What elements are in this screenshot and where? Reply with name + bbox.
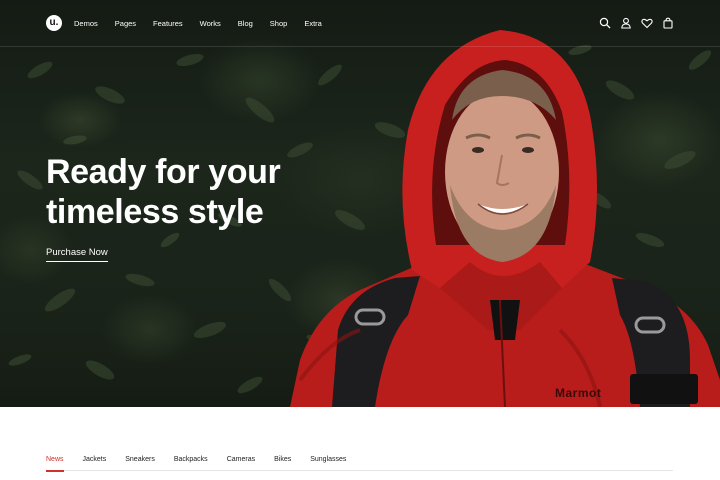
tab-sunglasses[interactable]: Sunglasses: [310, 444, 346, 471]
header-actions: [599, 17, 674, 29]
main-nav: Demos Pages Features Works Blog Shop Ext…: [74, 0, 339, 47]
hero-title-line-2: timeless style: [46, 193, 264, 231]
search-icon[interactable]: [599, 17, 611, 29]
jacket-brand-label: Marmot: [555, 386, 602, 400]
hero-title: Ready for your timeless style: [46, 152, 326, 232]
nav-item-blog[interactable]: Blog: [238, 19, 253, 28]
site-header: u. Demos Pages Features Works Blog Shop …: [0, 0, 720, 47]
nav-item-pages[interactable]: Pages: [115, 19, 136, 28]
tab-jackets[interactable]: Jackets: [83, 444, 107, 471]
user-icon[interactable]: [620, 17, 632, 29]
product-category-tabs: News Jackets Sneakers Backpacks Cameras …: [46, 444, 673, 472]
tab-sneakers[interactable]: Sneakers: [125, 444, 155, 471]
purchase-now-link[interactable]: Purchase Now: [46, 247, 108, 262]
heart-icon[interactable]: [641, 17, 653, 29]
tab-backpacks[interactable]: Backpacks: [174, 444, 208, 471]
nav-item-works[interactable]: Works: [200, 19, 221, 28]
nav-item-demos[interactable]: Demos: [74, 19, 98, 28]
tab-news[interactable]: News: [46, 444, 64, 472]
hero-title-line-1: Ready for your: [46, 153, 281, 191]
nav-item-features[interactable]: Features: [153, 19, 183, 28]
nav-item-extra[interactable]: Extra: [304, 19, 322, 28]
tab-cameras[interactable]: Cameras: [227, 444, 255, 471]
nav-item-shop[interactable]: Shop: [270, 19, 288, 28]
shopping-bag-icon[interactable]: [662, 17, 674, 29]
brand-logo[interactable]: u.: [46, 15, 62, 31]
tab-bikes[interactable]: Bikes: [274, 444, 291, 471]
